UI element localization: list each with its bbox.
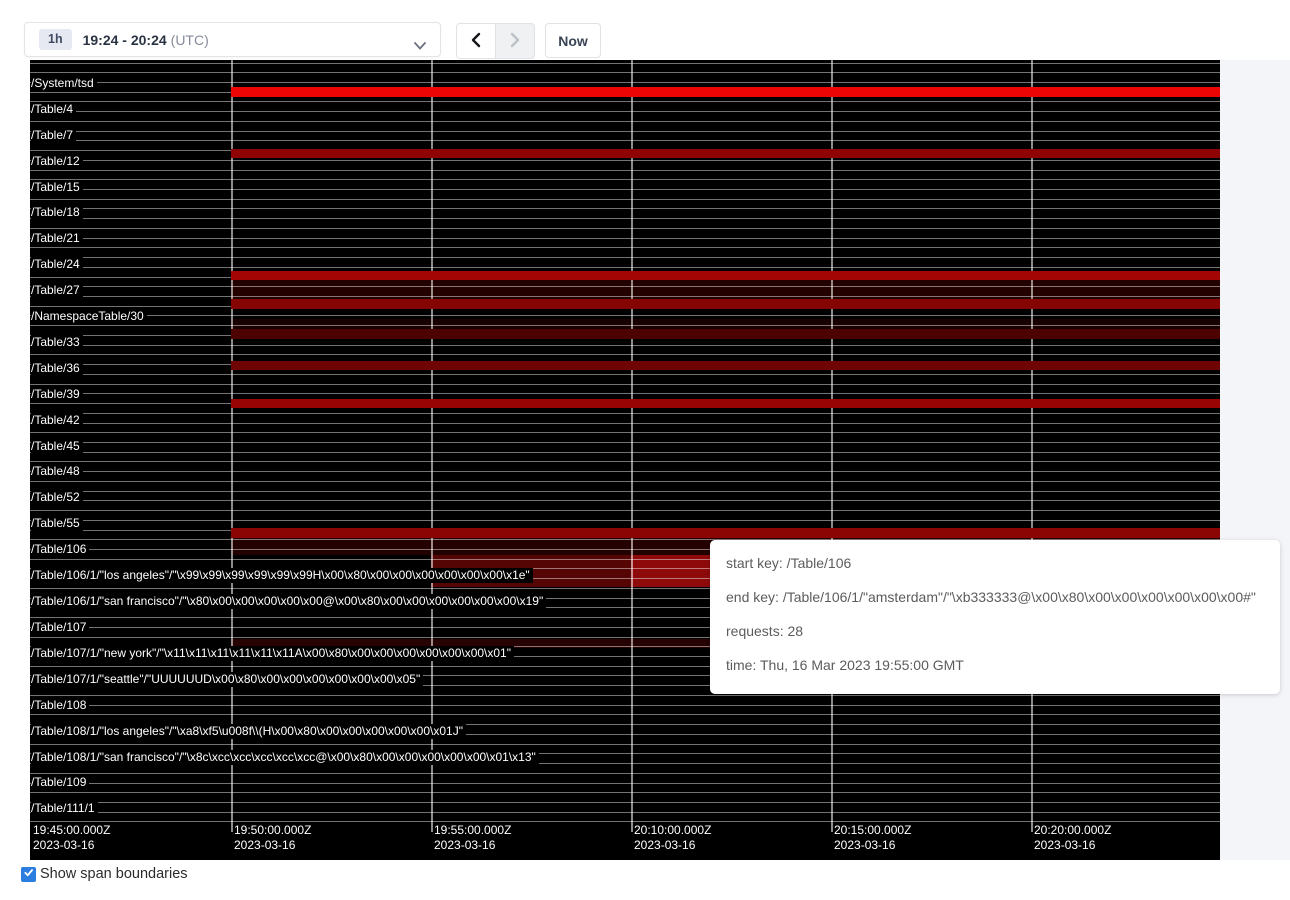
- axis-tick-label: 20:15:00.000Z2023-03-16: [834, 823, 911, 853]
- axis-tick-label: 19:45:00.000Z2023-03-16: [33, 823, 110, 853]
- chevron-down-icon: [414, 37, 426, 55]
- chevron-right-icon: [509, 32, 521, 51]
- axis-tick-time: 20:15:00.000Z: [834, 823, 911, 838]
- prev-range-button[interactable]: [456, 23, 496, 59]
- axis-tick-date: 2023-03-16: [33, 838, 110, 853]
- time-nav-group: [456, 23, 535, 59]
- chevron-left-icon: [470, 32, 482, 51]
- tooltip-start-key: start key: /Table/106: [726, 553, 1264, 573]
- axis-tick-date: 2023-03-16: [834, 838, 911, 853]
- key-visualizer-page: 1h 19:24 - 20:24(UTC) Now: [0, 0, 1290, 900]
- axis-tick-label: 20:10:00.000Z2023-03-16: [634, 823, 711, 853]
- axis-tick-date: 2023-03-16: [634, 838, 711, 853]
- check-icon: [23, 865, 34, 883]
- time-range-value: 19:24 - 20:24: [83, 32, 167, 48]
- axis-tick-time: 19:50:00.000Z: [234, 823, 311, 838]
- tooltip-time: time: Thu, 16 Mar 2023 19:55:00 GMT: [726, 655, 1264, 675]
- axis-tick-time: 20:10:00.000Z: [634, 823, 711, 838]
- tooltip-requests: requests: 28: [726, 621, 1264, 641]
- time-range-text: 19:24 - 20:24(UTC): [83, 32, 209, 48]
- show-span-boundaries-checkbox[interactable]: [21, 867, 36, 882]
- time-axis-layer: 19:45:00.000Z2023-03-1619:50:00.000Z2023…: [30, 60, 1220, 860]
- axis-tick-time: 19:55:00.000Z: [434, 823, 511, 838]
- toolbar: 1h 19:24 - 20:24(UTC) Now: [0, 0, 1290, 60]
- axis-tick-time: 19:45:00.000Z: [33, 823, 110, 838]
- time-preset-badge: 1h: [39, 29, 72, 50]
- show-span-boundaries-label: Show span boundaries: [40, 866, 188, 882]
- span-tooltip: start key: /Table/106 end key: /Table/10…: [710, 540, 1280, 694]
- tooltip-end-key: end key: /Table/106/1/"amsterdam"/"\xb33…: [726, 587, 1264, 607]
- axis-tick-date: 2023-03-16: [1034, 838, 1111, 853]
- axis-tick-date: 2023-03-16: [234, 838, 311, 853]
- now-button[interactable]: Now: [545, 23, 601, 58]
- next-range-button[interactable]: [495, 23, 535, 59]
- footer: Show span boundaries: [21, 866, 188, 882]
- time-range-selector[interactable]: 1h 19:24 - 20:24(UTC): [24, 22, 441, 57]
- axis-tick-label: 19:50:00.000Z2023-03-16: [234, 823, 311, 853]
- time-range-timezone: (UTC): [171, 32, 209, 48]
- axis-tick-date: 2023-03-16: [434, 838, 511, 853]
- key-visualizer-heatmap[interactable]: /System/tsd/Table/4/Table/7/Table/12/Tab…: [30, 60, 1220, 860]
- page-background-strip: [1220, 60, 1290, 860]
- axis-tick-label: 19:55:00.000Z2023-03-16: [434, 823, 511, 853]
- axis-tick-label: 20:20:00.000Z2023-03-16: [1034, 823, 1111, 853]
- axis-tick-time: 20:20:00.000Z: [1034, 823, 1111, 838]
